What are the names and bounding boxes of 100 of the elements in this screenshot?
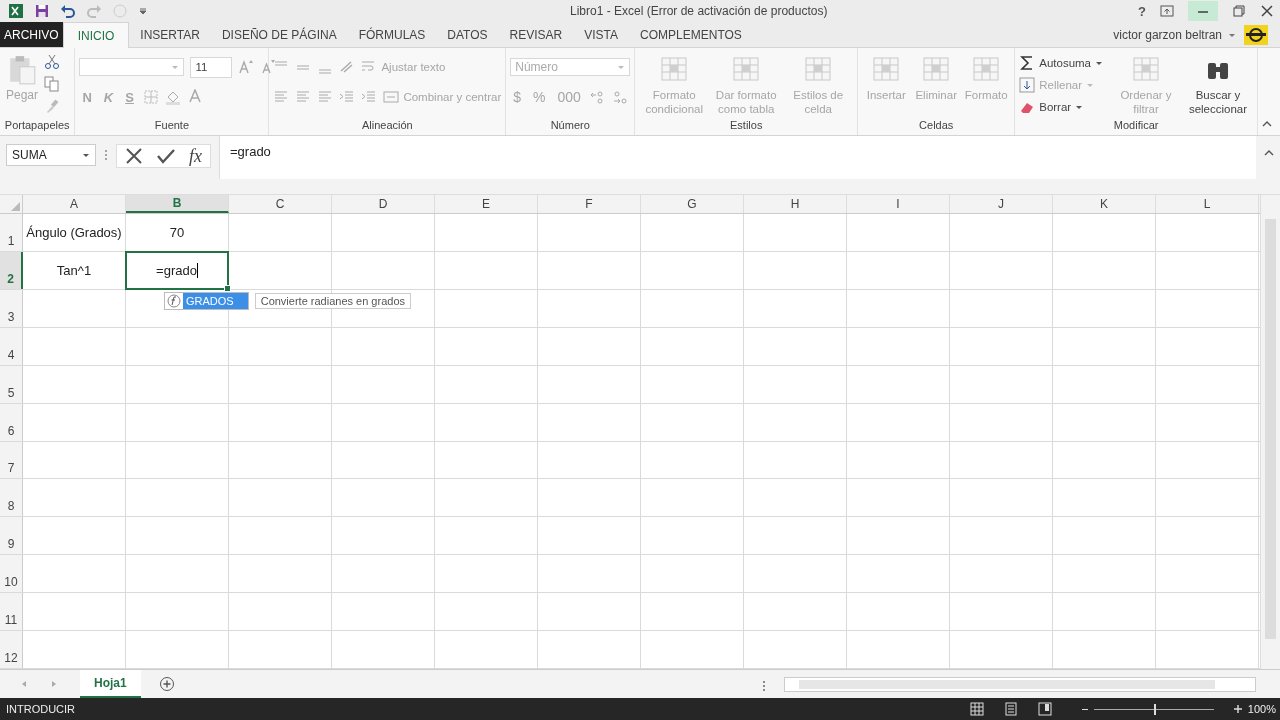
user-name[interactable]: victor garzon beltran [1113,27,1222,42]
copy-icon[interactable] [44,76,61,92]
undo-icon[interactable] [60,3,76,19]
add-sheet-icon[interactable] [158,676,175,692]
collapse-formula-icon[interactable] [1264,148,1274,158]
collapse-ribbon-icon[interactable] [1262,119,1272,129]
borders-icon[interactable] [142,89,159,105]
group-label: Número [549,119,591,133]
cell-text: Tan^1 [56,262,92,278]
status-mode: INTRODUCIR [6,703,76,715]
column-header[interactable]: B [126,195,229,213]
shrink-font-icon[interactable] [260,59,277,75]
row-header[interactable]: 5 [0,365,23,403]
name-box[interactable]: SUMA [6,144,96,166]
group-label: Estilos [729,119,764,133]
row-header[interactable]: 10 [0,555,23,593]
ribbon-tab[interactable]: ARCHIVO [0,22,63,47]
ribbon-button[interactable]: Borrar [1019,96,1103,117]
cell-text: 70 [169,224,185,240]
row-header[interactable]: 11 [0,593,23,631]
restore-icon[interactable] [1232,4,1246,18]
avatar-icon[interactable] [1244,24,1268,45]
scroll-left-icon[interactable] [20,680,28,688]
horizontal-align-icon[interactable] [273,89,290,105]
column-header[interactable]: L [1156,195,1259,213]
window-title: Libro1 - Excel (Error de activación de productos) [570,4,828,18]
ribbon-tab[interactable]: VISTA [573,22,630,47]
ribbon-tab[interactable]: FÓRMULAS [347,22,437,47]
ribbon-tab[interactable]: INSERTAR [129,22,211,47]
formula-field[interactable]: =grado [219,136,1256,179]
excel-logo-icon[interactable] [8,3,24,19]
function-tooltip: Convierte radianes en grados [254,292,411,309]
ribbon-button[interactable]: Autosuma [1019,52,1103,73]
check-icon[interactable] [157,147,175,165]
font-name-field[interactable] [79,58,185,76]
redo-icon[interactable] [86,3,102,19]
decimal-decrease-icon[interactable] [611,89,628,105]
column-header[interactable]: E [435,195,538,213]
font-size-field[interactable]: 11 [190,56,233,78]
sheet-tab[interactable]: Hoja1 [80,670,141,698]
row-header[interactable]: 8 [0,479,23,517]
row-header[interactable]: 3 [0,289,23,327]
dropdown-arrow-icon[interactable] [82,151,90,159]
row-header[interactable]: 1 [0,213,23,251]
active-cell[interactable]: =grado [125,250,229,290]
ribbon-tab[interactable]: REVISAR [498,22,574,47]
normal-view-icon[interactable] [969,702,984,716]
group-label: Portapapeles [4,119,71,133]
zoom-in-icon[interactable] [1233,705,1242,713]
save-icon[interactable] [34,3,50,19]
horizontal-align-icon[interactable] [295,89,312,105]
more-icon[interactable] [104,148,108,162]
scroll-right-icon[interactable] [50,680,58,688]
column-header[interactable]: H [744,195,847,213]
zoom-level[interactable]: 100% [1247,703,1280,715]
more-icon[interactable] [762,679,766,693]
ribbon-tab[interactable]: COMPLEMENTOS [629,22,753,47]
close-icon[interactable] [1260,4,1274,18]
column-header[interactable]: F [538,195,641,213]
row-header[interactable]: 6 [0,403,23,441]
page-break-icon[interactable] [1037,702,1052,716]
row-header[interactable]: 12 [0,631,23,669]
insert-function-button[interactable]: fx [189,145,202,167]
clipboard-icon [7,54,37,86]
row-header[interactable]: 4 [0,327,23,365]
ribbon-display-icon[interactable] [1160,4,1174,18]
column-header[interactable]: C [229,195,332,213]
zoom-slider[interactable] [1153,703,1156,715]
page-layout-icon[interactable] [1003,702,1018,716]
minimize-icon[interactable] [1188,1,1218,21]
indent-icon[interactable] [339,89,356,105]
ribbon-tab[interactable]: DISEÑO DE PÁGINA [210,22,348,47]
row-header[interactable]: 7 [0,441,23,479]
scissors-icon[interactable] [44,54,61,70]
help-button[interactable]: ? [1138,3,1146,19]
fill-color-icon[interactable] [164,89,181,105]
horizontal-align-icon[interactable] [317,89,334,105]
cancel-icon[interactable] [125,147,143,165]
circle-icon[interactable] [112,3,128,19]
function-icon [167,293,181,308]
column-header[interactable]: G [641,195,744,213]
ribbon-tab[interactable]: DATOS [436,22,499,47]
vertical-scrollbar[interactable] [1260,195,1280,669]
column-header[interactable]: D [332,195,435,213]
column-header[interactable]: J [950,195,1053,213]
customize-caret-icon[interactable] [138,6,148,16]
row-header[interactable]: 9 [0,517,23,555]
column-header[interactable]: K [1053,195,1156,213]
column-header[interactable]: I [847,195,950,213]
select-all-icon[interactable] [10,200,20,211]
ribbon-button[interactable]: Buscar y seleccionar [1183,52,1253,118]
decimal-increase-icon[interactable] [589,89,606,105]
horizontal-scrollbar[interactable] [784,676,1256,692]
brush-icon[interactable] [44,98,61,114]
row-header[interactable]: 2 [0,251,23,289]
indent-icon[interactable] [361,89,378,105]
cell-text: Ángulo (Grados) [26,224,122,240]
ribbon-tab[interactable]: INICIO [62,22,130,48]
font-color-icon[interactable] [186,89,203,105]
grow-font-icon[interactable] [238,59,255,75]
